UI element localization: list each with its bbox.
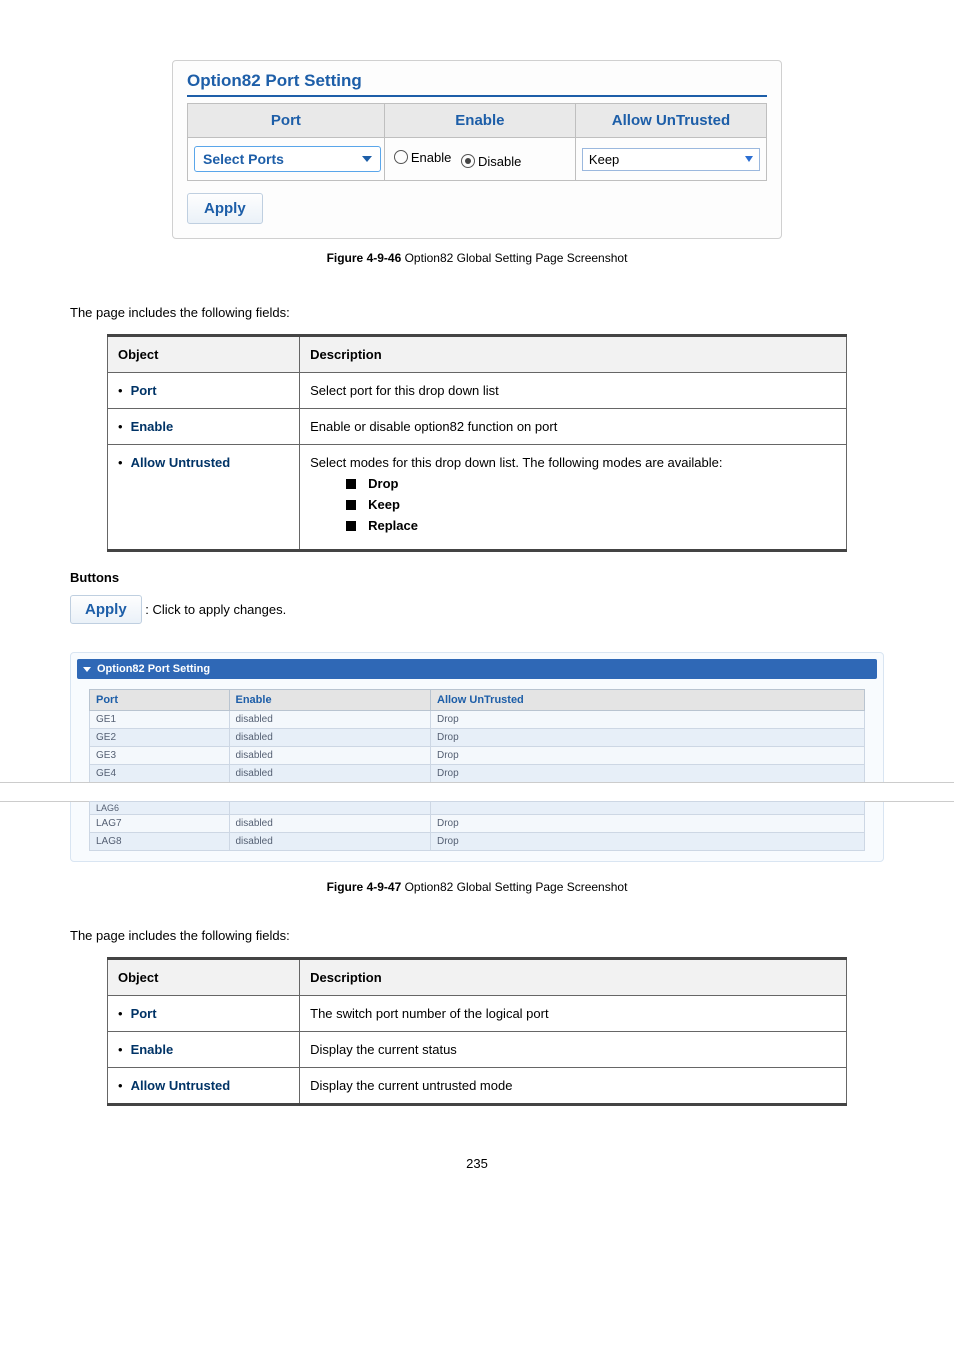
caret-down-icon [362, 156, 372, 162]
status-row: GE3disabledDrop [90, 747, 865, 765]
doc1-row0-object: •Port [108, 373, 300, 409]
status-row: GE4disabledDrop [90, 765, 865, 783]
mode-keep: Keep [346, 497, 836, 512]
doc2-row2-desc: Display the current untrusted mode [300, 1068, 847, 1105]
field-description-table-1: Object Description •Port Select port for… [107, 334, 847, 552]
allow-untrusted-value: Keep [589, 152, 619, 167]
cell-enable: disabled [229, 711, 431, 729]
select-ports-label: Select Ports [203, 151, 284, 167]
figure-caption-1: Figure 4-9-46 Option82 Global Setting Pa… [70, 251, 884, 265]
cell-allow [431, 802, 865, 815]
doc1-row0-object-text: Port [131, 383, 157, 398]
status-row: LAG6 [90, 802, 865, 815]
col-enable-header: Enable [384, 104, 575, 138]
disable-radio-label: Disable [478, 154, 521, 169]
apply-button-description: : Click to apply changes. [145, 602, 286, 617]
status-head-allow: Allow UnTrusted [431, 690, 865, 711]
cell-port: LAG8 [90, 833, 230, 851]
doc2-row0-object: •Port [108, 996, 300, 1032]
buttons-heading: Buttons [70, 570, 884, 585]
cell-allow: Drop [431, 815, 865, 833]
mode-replace: Replace [346, 518, 836, 533]
cell-port: GE2 [90, 729, 230, 747]
mode-list: Drop Keep Replace [310, 476, 836, 533]
cell-allow: Drop [431, 833, 865, 851]
status-row: GE1disabledDrop [90, 711, 865, 729]
intro-text-1: The page includes the following fields: [70, 305, 884, 320]
status-table-bottom: LAG6 LAG7disabledDrop LAG8disabledDrop [89, 801, 865, 851]
doc2-row1-object-text: Enable [131, 1042, 174, 1057]
field-description-table-2: Object Description •Port The switch port… [107, 957, 847, 1106]
figure-number: Figure 4-9-46 [327, 251, 402, 265]
option82-status-panel: Option82 Port Setting Port Enable Allow … [70, 652, 884, 862]
figure-caption-2: Figure 4-9-47 Option82 Global Setting Pa… [70, 880, 884, 894]
status-head-enable: Enable [229, 690, 431, 711]
page-split-gap [0, 783, 954, 801]
status-row: LAG8disabledDrop [90, 833, 865, 851]
enable-radio-label: Enable [411, 150, 451, 165]
doc1-row0-desc: Select port for this drop down list [300, 373, 847, 409]
doc1-row2-desc: Select modes for this drop down list. Th… [300, 445, 847, 551]
intro-text-2: The page includes the following fields: [70, 928, 884, 943]
caret-down-icon [83, 667, 91, 672]
accordion-header[interactable]: Option82 Port Setting [77, 659, 877, 679]
settings-form-table: Port Enable Allow UnTrusted Select Ports… [187, 103, 767, 181]
radio-icon [394, 150, 408, 164]
cell-enable: disabled [229, 833, 431, 851]
enable-radio-group: Enable Disable [391, 150, 569, 169]
apply-button[interactable]: Apply [187, 193, 263, 224]
doc2-row0-object-text: Port [131, 1006, 157, 1021]
doc2-row1-desc: Display the current status [300, 1032, 847, 1068]
col-port-header: Port [188, 104, 385, 138]
figure-text: Option82 Global Setting Page Screenshot [401, 880, 627, 894]
doc1-row2-object: •Allow Untrusted [108, 445, 300, 551]
status-table-top: Port Enable Allow UnTrusted GE1disabledD… [89, 689, 865, 783]
cell-allow: Drop [431, 729, 865, 747]
chevron-down-icon [745, 156, 753, 162]
apply-button-inline[interactable]: Apply [70, 595, 142, 624]
cell-port: LAG7 [90, 815, 230, 833]
status-row: LAG7disabledDrop [90, 815, 865, 833]
doc1-head-desc: Description [300, 336, 847, 373]
cell-port: GE4 [90, 765, 230, 783]
cell-port: GE3 [90, 747, 230, 765]
doc1-row1-desc: Enable or disable option82 function on p… [300, 409, 847, 445]
allow-untrusted-dropdown[interactable]: Keep [582, 148, 760, 171]
doc1-row1-object-text: Enable [131, 419, 174, 434]
doc2-row2-object-text: Allow Untrusted [131, 1078, 231, 1093]
cell-port: LAG6 [90, 802, 230, 815]
panel-title: Option82 Port Setting [187, 71, 767, 97]
doc1-row1-object: •Enable [108, 409, 300, 445]
radio-icon [461, 154, 475, 168]
cell-enable: disabled [229, 747, 431, 765]
cell-enable: disabled [229, 729, 431, 747]
cell-enable: disabled [229, 765, 431, 783]
cell-allow: Drop [431, 711, 865, 729]
cell-port: GE1 [90, 711, 230, 729]
figure-number: Figure 4-9-47 [327, 880, 402, 894]
option82-port-setting-panel: Option82 Port Setting Port Enable Allow … [172, 60, 782, 239]
cell-allow: Drop [431, 747, 865, 765]
doc2-row0-desc: The switch port number of the logical po… [300, 996, 847, 1032]
mode-drop: Drop [346, 476, 836, 491]
doc2-row2-object: •Allow Untrusted [108, 1068, 300, 1105]
select-ports-dropdown[interactable]: Select Ports [194, 146, 381, 172]
status-head-port: Port [90, 690, 230, 711]
doc1-head-object: Object [108, 336, 300, 373]
col-allow-header: Allow UnTrusted [575, 104, 766, 138]
figure-text: Option82 Global Setting Page Screenshot [401, 251, 627, 265]
accordion-title: Option82 Port Setting [97, 663, 210, 675]
enable-radio[interactable]: Enable [394, 150, 451, 165]
status-row: GE2disabledDrop [90, 729, 865, 747]
disable-radio[interactable]: Disable [461, 154, 521, 169]
doc1-row2-desc-intro: Select modes for this drop down list. Th… [310, 455, 722, 470]
doc1-row2-object-text: Allow Untrusted [131, 455, 231, 470]
page-number: 235 [70, 1156, 884, 1171]
doc2-head-object: Object [108, 959, 300, 996]
cell-enable [229, 802, 431, 815]
cell-allow: Drop [431, 765, 865, 783]
doc2-row1-object: •Enable [108, 1032, 300, 1068]
cell-enable: disabled [229, 815, 431, 833]
doc2-head-desc: Description [300, 959, 847, 996]
